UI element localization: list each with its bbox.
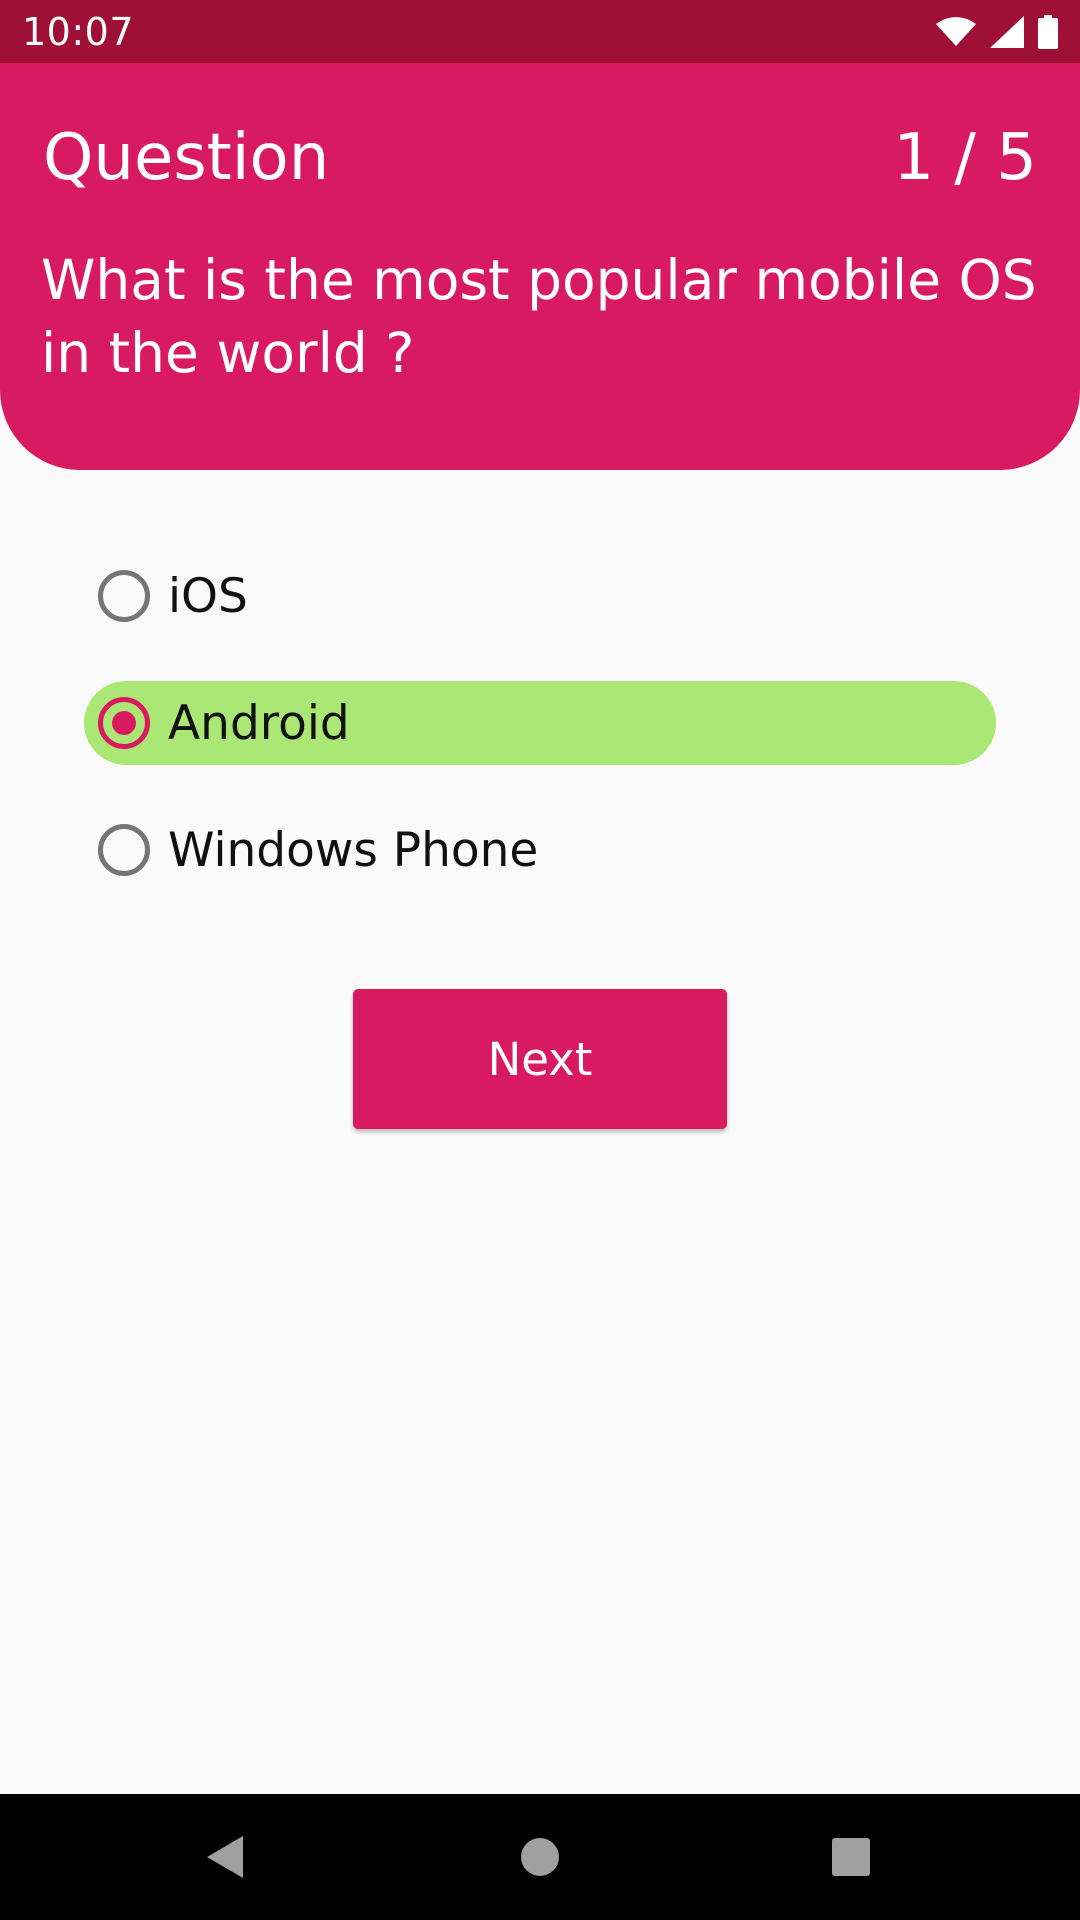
back-button[interactable]	[165, 1794, 285, 1920]
radio-icon[interactable]	[98, 570, 150, 622]
option-windows-phone[interactable]: Windows Phone	[84, 808, 996, 892]
wifi-icon	[936, 16, 976, 48]
status-bar: 10:07	[0, 0, 1080, 63]
next-button[interactable]: Next	[353, 989, 727, 1129]
battery-icon	[1038, 14, 1058, 49]
question-text: What is the most popular mobile OS in th…	[41, 248, 1037, 385]
recents-button[interactable]	[791, 1794, 911, 1920]
option-ios[interactable]: iOS	[84, 554, 996, 638]
option-label: iOS	[168, 568, 248, 624]
status-time: 10:07	[22, 9, 135, 54]
question-header: Question 1 / 5 What is the most popular …	[0, 63, 1080, 470]
header-title: Question	[43, 121, 330, 195]
option-android[interactable]: Android	[84, 681, 996, 765]
option-label: Android	[168, 695, 350, 751]
back-icon	[207, 1836, 243, 1878]
quiz-screen: 10:07 Question 1 / 5 What is the most po…	[0, 0, 1080, 1920]
home-button[interactable]	[480, 1794, 600, 1920]
recents-icon	[832, 1838, 870, 1876]
home-icon	[521, 1838, 559, 1876]
signal-icon	[990, 15, 1024, 48]
status-icons	[936, 14, 1058, 49]
option-label: Windows Phone	[168, 822, 539, 878]
radio-icon[interactable]	[98, 824, 150, 876]
question-counter: 1 / 5	[893, 121, 1037, 195]
radio-checked-icon[interactable]	[98, 697, 150, 749]
navigation-bar	[0, 1794, 1080, 1920]
